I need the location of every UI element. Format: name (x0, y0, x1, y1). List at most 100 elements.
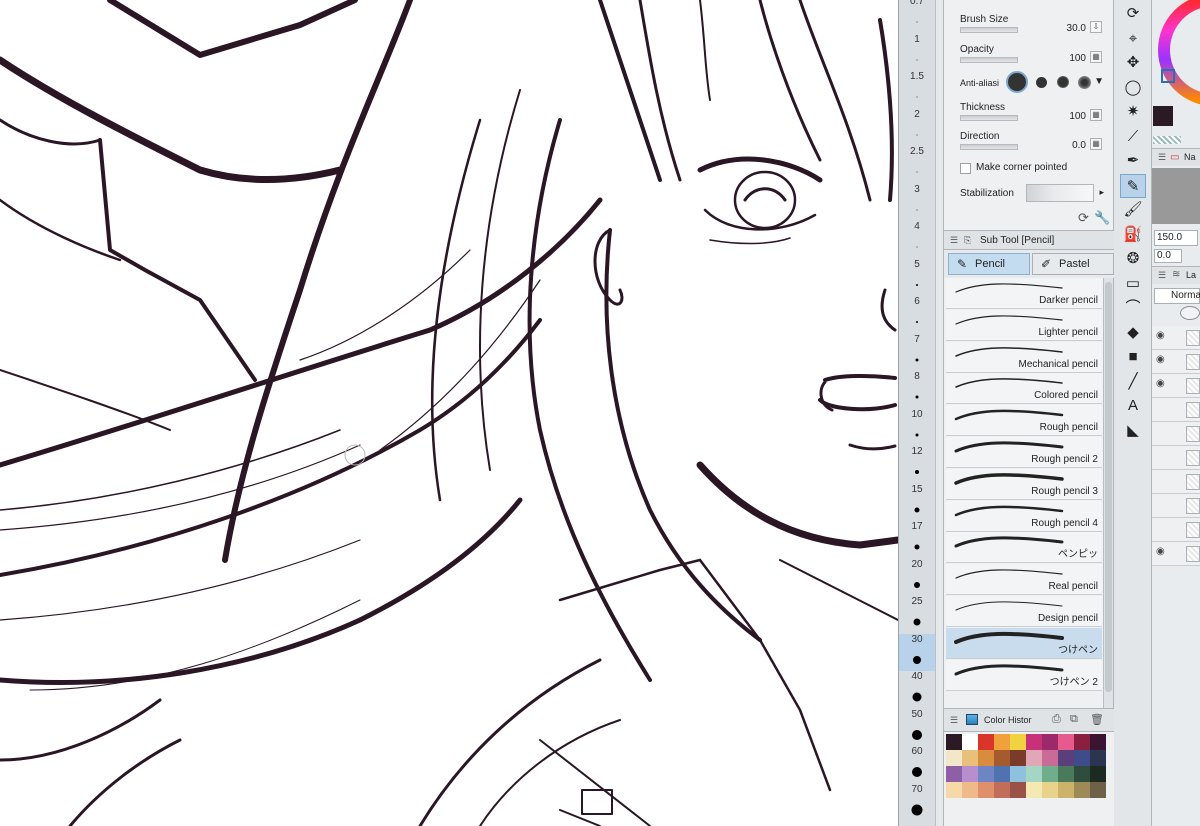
brush-item[interactable]: つけペン 2 (946, 659, 1102, 691)
color-swatch[interactable] (978, 782, 994, 798)
blend-mode-select[interactable]: Norma (1154, 288, 1200, 304)
tab-pastel[interactable]: ✐ Pastel (1032, 253, 1114, 275)
reset-icon[interactable]: ⟳ (1078, 210, 1089, 226)
magic-wand-icon[interactable]: ✷ (1120, 100, 1146, 124)
layer-row[interactable]: ◉ (1152, 542, 1200, 566)
brush-icon[interactable]: 🖌 (1120, 198, 1146, 222)
transparent-color-swatch[interactable] (1153, 136, 1181, 144)
brush-size-option[interactable]: 1 (899, 34, 935, 72)
brush-item[interactable]: Rough pencil 3 (946, 468, 1102, 500)
brush-size-option[interactable]: 6 (899, 296, 935, 334)
brush-size-option[interactable]: 40 (899, 671, 935, 709)
color-swatch[interactable] (1058, 782, 1074, 798)
direction-slider[interactable] (960, 144, 1018, 150)
opacity-slider-knob[interactable] (1180, 306, 1200, 320)
brush-item[interactable]: Rough pencil 2 (946, 437, 1102, 468)
brush-size-option[interactable]: 1.5 (899, 71, 935, 109)
eye-icon[interactable]: ◉ (1156, 378, 1165, 389)
color-swatch[interactable] (1058, 734, 1074, 750)
opacity-row[interactable]: Opacity 100 ▦ (954, 42, 1104, 66)
layer-row[interactable]: ◉ (1152, 326, 1200, 350)
color-swatch[interactable] (1026, 750, 1042, 766)
stabilization-arrow-icon[interactable]: ▸ (1099, 187, 1104, 198)
brush-size-option[interactable]: 4 (899, 221, 935, 259)
color-swatch[interactable] (994, 750, 1010, 766)
color-swatch[interactable] (1042, 750, 1058, 766)
brush-size-option[interactable]: 8 (899, 371, 935, 409)
anti-alias-weak-icon[interactable] (1036, 77, 1047, 88)
color-swatch[interactable] (1042, 782, 1058, 798)
pen-icon[interactable]: ✒ (1120, 149, 1146, 173)
brush-size-option[interactable]: 15 (899, 484, 935, 522)
stabilization-row[interactable]: Stabilization ▸ (954, 184, 1104, 208)
layer-row[interactable] (1152, 494, 1200, 518)
eye-icon[interactable]: ◉ (1156, 354, 1165, 365)
brush-size-option[interactable]: 5 (899, 259, 935, 297)
decoration-icon[interactable]: ❂ (1120, 247, 1146, 271)
corner-row[interactable]: Make corner pointed (954, 160, 1104, 184)
layer-row[interactable] (1152, 398, 1200, 422)
color-swatch[interactable] (1090, 766, 1106, 782)
panel-menu-icon[interactable]: ☰ (1158, 152, 1166, 163)
move-layer-icon[interactable]: ✥ (1120, 51, 1146, 75)
panel-menu-icon[interactable]: ☰ (1158, 270, 1166, 281)
tab-pencil[interactable]: ✎ Pencil (948, 253, 1030, 275)
layer-row[interactable] (1152, 518, 1200, 542)
color-swatch[interactable] (1042, 766, 1058, 782)
color-swatch[interactable] (1026, 782, 1042, 798)
brush-size-option[interactable]: 7 (899, 334, 935, 372)
color-swatch[interactable] (1010, 734, 1026, 750)
color-swatch[interactable] (1010, 782, 1026, 798)
thickness-value[interactable]: 100 (1069, 111, 1086, 122)
brush-size-option[interactable]: 2 (899, 109, 935, 147)
brush-size-slider[interactable] (960, 27, 1018, 33)
thickness-row[interactable]: Thickness 100 ▦ (954, 100, 1104, 124)
brush-size-option[interactable]: 20 (899, 559, 935, 597)
color-swatch[interactable] (1058, 766, 1074, 782)
color-swatch[interactable] (946, 734, 962, 750)
blend-icon[interactable]: ⌒ (1120, 296, 1146, 320)
brush-size-value[interactable]: 30.0 (1067, 23, 1086, 34)
brush-size-option[interactable]: 30 (899, 633, 935, 671)
lasso-icon[interactable]: ◯ (1120, 76, 1146, 100)
brush-size-option[interactable]: 3 (899, 184, 935, 222)
color-swatch[interactable] (978, 750, 994, 766)
layer-row[interactable] (1152, 446, 1200, 470)
brush-size-option[interactable]: 25 (899, 596, 935, 634)
layer-row[interactable] (1152, 470, 1200, 494)
anti-alias-medium-icon[interactable] (1057, 76, 1069, 88)
direction-setting-icon[interactable]: ▦ (1090, 138, 1102, 150)
color-swatch[interactable] (946, 750, 962, 766)
color-swatch[interactable] (1074, 782, 1090, 798)
drawing-canvas[interactable] (0, 0, 898, 826)
anti-alias-dropdown-icon[interactable]: ▼ (1094, 76, 1104, 87)
brush-size-option[interactable]: 60 (899, 746, 935, 784)
brush-list-scrollbar[interactable] (1103, 278, 1113, 708)
balloon-icon[interactable]: ◣ (1120, 419, 1146, 443)
color-swatch[interactable] (1090, 782, 1106, 798)
color-swatch[interactable] (946, 782, 962, 798)
eraser-icon[interactable]: ▭ (1120, 272, 1146, 296)
color-swatch[interactable] (962, 782, 978, 798)
brush-item[interactable]: Rough pencil 4 (946, 500, 1102, 532)
brush-size-option[interactable]: 50 (899, 709, 935, 747)
panel-menu-icon[interactable]: ☰ (950, 235, 958, 246)
layer-row[interactable]: ◉ (1152, 374, 1200, 398)
brush-size-option[interactable]: 10 (899, 409, 935, 447)
eyedropper-icon[interactable]: ⟋ (1120, 125, 1146, 149)
color-swatch[interactable] (1074, 766, 1090, 782)
layer-row[interactable] (1152, 422, 1200, 446)
anti-alias-row[interactable]: Anti-aliasi ▼ (954, 70, 1104, 94)
anti-alias-none-icon[interactable] (1006, 71, 1028, 93)
color-swatch[interactable] (962, 750, 978, 766)
eye-icon[interactable]: ◉ (1156, 546, 1165, 557)
color-swatch[interactable] (1090, 734, 1106, 750)
new-subtool-icon[interactable]: ⎙ (1052, 713, 1061, 726)
gradient-icon[interactable]: ■ (1120, 345, 1146, 369)
airbrush-icon[interactable]: ⛽ (1120, 223, 1146, 247)
brush-item[interactable]: ペンピッ (946, 532, 1102, 564)
color-swatch[interactable] (962, 766, 978, 782)
brush-size-dropdown-icon[interactable]: ⇩ (1090, 21, 1102, 33)
wrench-icon[interactable]: 🔧 (1094, 210, 1110, 226)
color-swatch[interactable] (994, 734, 1010, 750)
